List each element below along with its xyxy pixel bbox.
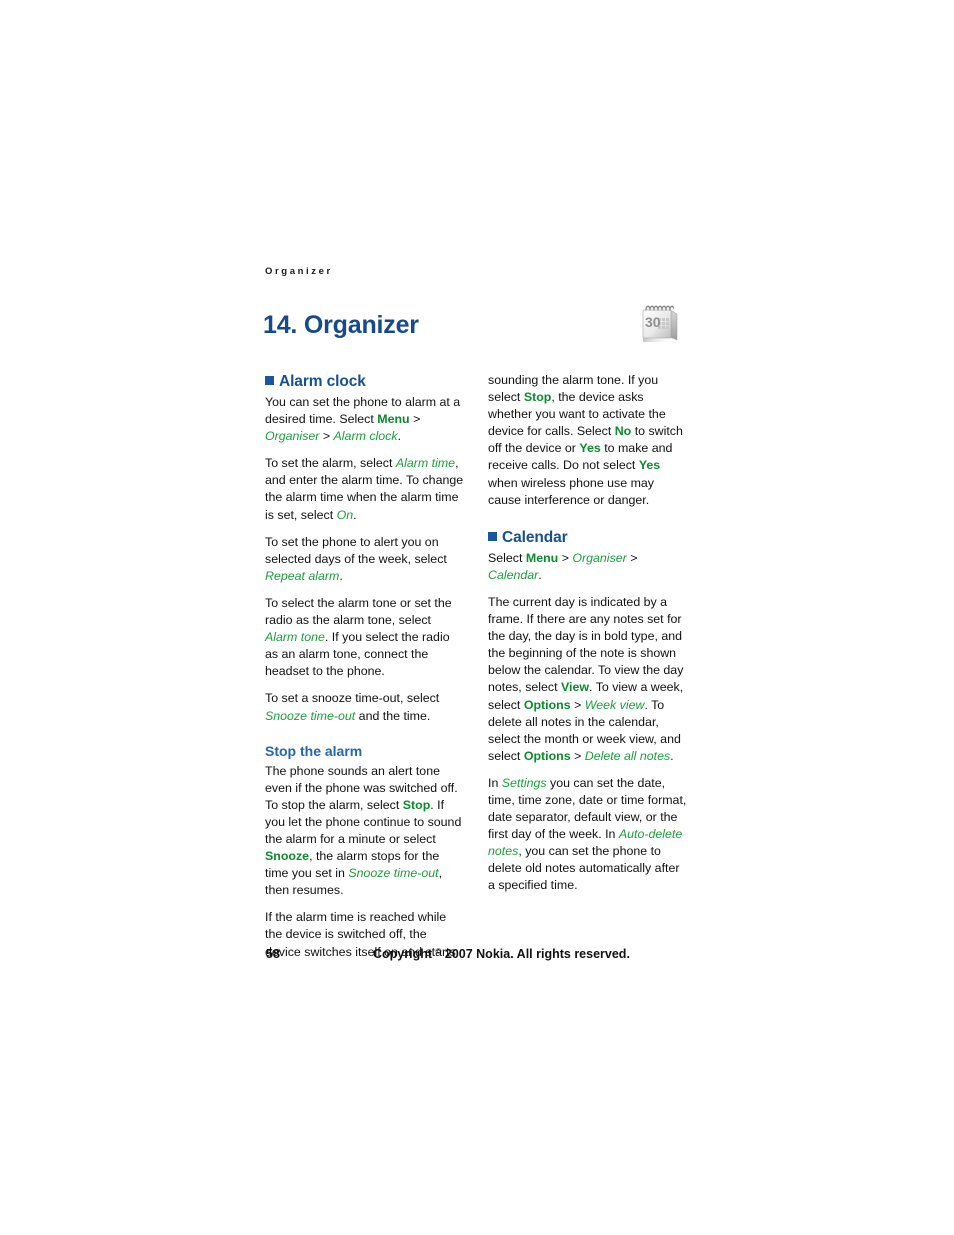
menu-path-text: On [336, 507, 354, 522]
menu-path-text: Week view [584, 697, 645, 712]
alarm-clock-paragraphs: You can set the phone to alarm at a desi… [265, 394, 465, 725]
softkey-label-text: Stop [523, 390, 552, 405]
body-text: > [570, 697, 585, 712]
softkey-label-text: Menu [525, 550, 559, 565]
menu-path-text: Repeat alarm [265, 568, 340, 583]
paragraph: To set the alarm, select Alarm time, and… [265, 455, 465, 523]
menu-path-text: Delete all notes [584, 748, 671, 763]
body-text: Select [488, 550, 526, 565]
paragraph: sounding the alarm tone. If you select S… [488, 372, 688, 509]
body-text: To set a snooze time-out, select [265, 691, 440, 706]
body-text: > [558, 550, 573, 565]
section-heading-calendar: Calendar [488, 528, 688, 547]
body-text: when wireless phone use may cause interf… [488, 475, 654, 507]
section-heading-label: Alarm clock [279, 373, 366, 390]
body-text: To set the alarm, select [265, 456, 396, 471]
body-text: . [397, 429, 402, 444]
page-title: 14. Organizer [263, 310, 419, 339]
body-text: . [538, 567, 542, 582]
calendar-icon: 30 [636, 300, 682, 346]
body-text: > [319, 429, 334, 444]
body-text: . [670, 748, 674, 763]
left-column: Alarm clock You can set the phone to ala… [265, 372, 465, 961]
body-text: You can set the phone to alarm at a desi… [265, 395, 461, 427]
softkey-label-text: Yes [638, 458, 661, 473]
stop-alarm-paragraphs: The phone sounds an alert tone even if t… [265, 763, 465, 961]
paragraph: In Settings you can set the date, time, … [488, 775, 688, 895]
softkey-label-text: Snooze [265, 849, 310, 864]
body-text: . [353, 507, 357, 522]
section-heading-label: Calendar [502, 528, 568, 546]
subsection-heading-stop-the-alarm: Stop the alarm [265, 742, 363, 759]
paragraph: The current day is indicated by a frame.… [488, 594, 688, 765]
softkey-label-text: Options [523, 697, 571, 712]
menu-path-text: Alarm tone [265, 630, 325, 645]
paragraph: To set a snooze time-out, select Snooze … [265, 690, 465, 724]
calendar-paragraphs: Select Menu > Organiser > Calendar. The c… [488, 550, 688, 895]
continued-paragraph: sounding the alarm tone. If you select S… [488, 372, 688, 509]
right-column: sounding the alarm tone. If you select S… [488, 372, 688, 895]
softkey-label-text: Menu [377, 412, 410, 427]
body-text: . [339, 568, 343, 583]
paragraph: To select the alarm tone or set the radi… [265, 595, 465, 680]
square-bullet-icon [488, 531, 497, 541]
menu-path-text: Alarm clock [333, 429, 398, 444]
body-text: and the time. [355, 708, 431, 723]
body-text: To select the alarm tone or set the radi… [265, 595, 452, 628]
copyright-prefix: Copyright [373, 947, 436, 961]
menu-path-text: Snooze time-out [265, 708, 356, 723]
menu-path-text: Alarm time [395, 456, 456, 471]
menu-path-text: Calendar [488, 567, 539, 582]
paragraph: To set the phone to alert you on selecte… [265, 534, 465, 585]
softkey-label-text: No [614, 424, 632, 439]
softkey-label-text: Stop [402, 797, 431, 812]
paragraph: You can set the phone to alarm at a desi… [265, 394, 465, 445]
square-bullet-icon [265, 376, 274, 385]
paragraph: The phone sounds an alert tone even if t… [265, 763, 465, 900]
body-text: > [626, 550, 638, 565]
svg-text:30: 30 [645, 314, 661, 330]
running-head: Organizer [265, 266, 333, 277]
menu-path-text: Settings [501, 775, 547, 790]
body-text: > [409, 412, 421, 427]
paragraph: Select Menu > Organiser > Calendar. [488, 550, 688, 584]
footer-copyright: Copyright © 2007 Nokia. All rights reser… [373, 947, 630, 961]
body-text: To set the phone to alert you on selecte… [265, 534, 447, 566]
softkey-label-text: Options [523, 748, 571, 763]
body-text: In [488, 775, 502, 790]
menu-path-text: Snooze time-out [348, 866, 439, 881]
menu-path-text: Organiser [265, 429, 320, 444]
footer-page-number: 58 [266, 947, 280, 961]
softkey-label-text: Yes [579, 441, 601, 456]
softkey-label-text: View [561, 680, 590, 695]
menu-path-text: Organiser [572, 550, 627, 565]
document-page: Organizer 14. Organizer 30 Alarm clock Y… [0, 0, 954, 1235]
section-heading-alarm-clock: Alarm clock [265, 372, 465, 391]
body-text: > [570, 748, 585, 763]
copyright-suffix: 2007 Nokia. All rights reserved. [441, 947, 630, 961]
